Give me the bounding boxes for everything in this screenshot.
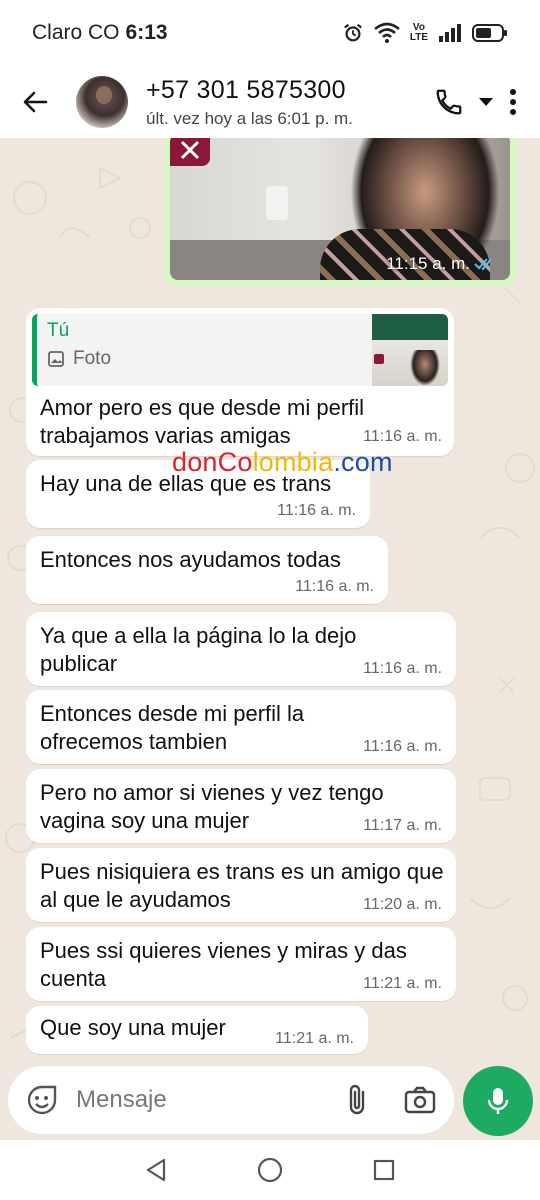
back-button[interactable] <box>0 66 70 138</box>
x-mark-icon <box>180 140 200 160</box>
status-left: Claro CO 6:13 <box>32 21 168 45</box>
wifi-icon <box>374 22 400 43</box>
chat-header: +57 301 5875300 últ. vez hoy a las 6:01 … <box>0 66 540 138</box>
photo-time-text: 11:15 a. m. <box>386 254 470 273</box>
back-triangle-icon[interactable] <box>145 1158 167 1182</box>
message-time: 11:16 a. m. <box>277 502 356 519</box>
chat-area[interactable]: 11:15 a. m. Tú Foto Amor pero es que des… <box>0 138 540 1068</box>
emoji-icon[interactable] <box>26 1084 58 1116</box>
message-text: Entonces desde mi perfil la ofrecemos ta… <box>40 701 305 754</box>
photo-image[interactable]: 11:15 a. m. <box>170 138 510 280</box>
message-bubble[interactable]: Pues nisiquiera es trans es un amigo que… <box>26 848 456 922</box>
clock: 6:13 <box>125 21 168 44</box>
alarm-icon <box>343 23 362 42</box>
message-input[interactable]: Mensaje <box>76 1086 167 1114</box>
watermark-part-1: donCo <box>172 447 253 477</box>
status-icons: Vo LTE <box>342 22 508 44</box>
signal-icon <box>439 24 461 42</box>
quoted-message[interactable]: Tú Foto <box>32 314 448 386</box>
status-bar: Claro CO 6:13 Vo LTE <box>0 0 540 66</box>
photo-x-badge <box>170 138 210 166</box>
message-time: 11:16 a. m. <box>295 578 374 595</box>
message-time: 11:17 a. m. <box>363 817 442 834</box>
message-time: 11:16 a. m. <box>363 738 442 755</box>
mic-icon <box>487 1088 509 1114</box>
more-vert-icon[interactable] <box>508 87 518 117</box>
message-bubble[interactable]: Entonces desde mi perfil la ofrecemos ta… <box>26 690 456 764</box>
message-text: Entonces nos ayudamos todas <box>40 547 341 572</box>
photo-object <box>266 186 288 220</box>
watermark-part-3: .com <box>333 447 393 477</box>
message-bubble[interactable]: Que soy una mujer 11:21 a. m. <box>26 1006 368 1054</box>
dropdown-icon[interactable] <box>478 96 494 108</box>
recents-square-icon[interactable] <box>373 1159 395 1181</box>
phone-icon[interactable] <box>434 87 464 117</box>
carrier-label: Claro CO <box>32 21 120 44</box>
quoted-type-label: Foto <box>73 348 112 369</box>
system-nav-bar <box>0 1140 540 1200</box>
watermark: donColombia.com <box>172 447 393 478</box>
volte-bottom: LTE <box>409 32 428 43</box>
volte-indicator: Vo LTE <box>410 23 428 43</box>
attach-icon[interactable] <box>346 1083 368 1117</box>
message-time: 11:21 a. m. <box>275 1030 354 1047</box>
composer-actions <box>346 1083 436 1117</box>
message-time: 11:21 a. m. <box>363 975 442 992</box>
home-circle-icon[interactable] <box>257 1157 283 1183</box>
back-arrow-icon <box>23 91 48 113</box>
quoted-thumbnail <box>372 314 448 386</box>
message-bubble[interactable]: Entonces nos ayudamos todas 11:16 a. m. <box>26 536 388 604</box>
message-text: Ya que a ella la página lo la dejo publi… <box>40 623 357 676</box>
reply-message[interactable]: Tú Foto Amor pero es que desde mi perfil… <box>26 308 454 456</box>
image-icon <box>48 351 64 367</box>
message-bubble[interactable]: Ya que a ella la página lo la dejo publi… <box>26 612 456 686</box>
contact-info[interactable]: +57 301 5875300 últ. vez hoy a las 6:01 … <box>146 76 353 129</box>
message-time: 11:20 a. m. <box>363 896 442 913</box>
camera-icon[interactable] <box>404 1086 436 1114</box>
avatar[interactable] <box>76 76 128 128</box>
message-bubble[interactable]: Pues ssi quieres vienes y miras y das cu… <box>26 927 456 1001</box>
thumb-x-badge <box>374 354 384 364</box>
message-composer[interactable]: Mensaje <box>8 1066 454 1134</box>
header-actions <box>434 87 540 117</box>
reply-time: 11:16 a. m. <box>363 428 442 445</box>
watermark-part-2: lombia <box>252 447 334 477</box>
photo-message[interactable]: 11:15 a. m. <box>164 138 516 286</box>
photo-time: 11:15 a. m. <box>386 254 496 274</box>
double-check-icon <box>474 258 492 271</box>
last-seen: últ. vez hoy a las 6:01 p. m. <box>146 108 353 128</box>
battery-icon <box>472 24 507 42</box>
message-bubble[interactable]: Pero no amor si vienes y vez tengo vagin… <box>26 769 456 843</box>
mic-button[interactable] <box>463 1066 533 1136</box>
message-time: 11:16 a. m. <box>363 660 442 677</box>
contact-name: +57 301 5875300 <box>146 75 346 104</box>
